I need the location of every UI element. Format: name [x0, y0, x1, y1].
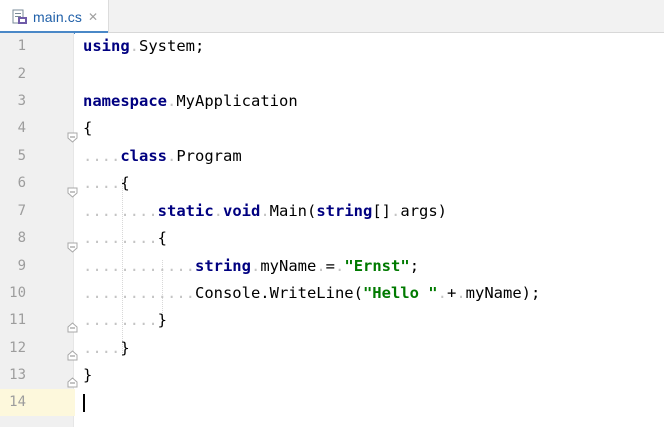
code-text: } — [157, 311, 167, 329]
code-editor[interactable]: 1 2 3 4 5 6 7 8 9 10 11 12 13 14 using.S… — [0, 33, 664, 427]
code-line[interactable]: ....{ — [75, 170, 664, 197]
keyword: static — [157, 202, 214, 220]
code-text: System; — [139, 37, 205, 55]
keyword: using — [83, 37, 130, 55]
code-line[interactable]: ....} — [75, 335, 664, 362]
code-line[interactable]: using.System; — [75, 33, 664, 60]
line-number: 12 — [9, 340, 26, 356]
text-caret — [83, 394, 85, 412]
line-number: 4 — [17, 120, 26, 136]
code-text: myName — [260, 257, 317, 275]
code-text: = — [325, 257, 336, 275]
code-line[interactable]: namespace.MyApplication — [75, 88, 664, 115]
code-line[interactable]: ............Console.WriteLine("Hello ".+… — [75, 280, 664, 307]
code-text: } — [120, 339, 130, 357]
line-number: 10 — [9, 285, 26, 301]
code-text: args) — [400, 202, 448, 220]
line-number: 14 — [9, 394, 26, 410]
line-number: 8 — [17, 230, 26, 246]
code-text: + — [446, 284, 457, 302]
keyword: string — [316, 202, 373, 220]
code-text: { — [120, 174, 130, 192]
code-text: Program — [176, 147, 242, 165]
keyword: class — [120, 147, 167, 165]
code-text: ; — [409, 257, 420, 275]
code-text: myName); — [465, 284, 541, 302]
code-text: { — [83, 119, 93, 137]
csharp-file-icon — [12, 9, 28, 25]
close-icon[interactable]: ✕ — [88, 10, 98, 24]
code-line[interactable]: ........} — [75, 307, 664, 334]
code-line[interactable]: ............string.myName.=."Ernst"; — [75, 253, 664, 280]
code-line[interactable]: { — [75, 115, 664, 142]
line-number: 3 — [17, 93, 26, 109]
editor-tab-bar: main.cs ✕ — [0, 0, 664, 34]
code-text: Console.WriteLine( — [194, 284, 363, 302]
code-text: [] — [372, 202, 392, 220]
tab-main-cs[interactable]: main.cs ✕ — [0, 0, 109, 34]
code-line[interactable]: ........static.void.Main(string[].args) — [75, 198, 664, 225]
line-number: 7 — [17, 203, 26, 219]
code-text: MyApplication — [176, 92, 298, 110]
keyword: string — [194, 257, 251, 275]
keyword: namespace — [83, 92, 167, 110]
code-text: Main( — [269, 202, 317, 220]
line-number: 6 — [17, 175, 26, 191]
line-number: 11 — [9, 312, 26, 328]
code-text: } — [83, 366, 93, 384]
code-line[interactable]: } — [75, 362, 664, 389]
tab-label: main.cs — [33, 8, 82, 25]
code-line[interactable]: ........{ — [75, 225, 664, 252]
line-number: 13 — [9, 367, 26, 383]
line-number: 1 — [17, 38, 26, 54]
code-text: { — [157, 229, 167, 247]
line-number: 2 — [17, 66, 26, 82]
keyword: void — [223, 202, 261, 220]
line-number: 5 — [17, 148, 26, 164]
line-number: 9 — [17, 258, 26, 274]
string-literal: "Ernst" — [344, 257, 410, 275]
code-line[interactable] — [75, 389, 664, 416]
code-line[interactable]: ....class.Program — [75, 143, 664, 170]
string-literal: "Hello " — [362, 284, 438, 302]
